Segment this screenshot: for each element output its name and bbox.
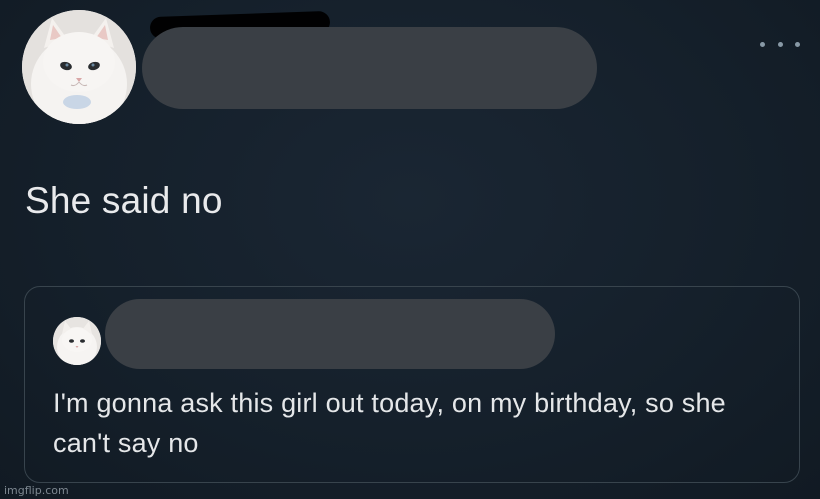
quoted-tweet-text: I'm gonna ask this girl out today, on my… xyxy=(53,388,726,458)
white-cat-avatar-icon xyxy=(22,10,136,124)
more-options-icon xyxy=(760,41,765,47)
tweet-screen: She said no I'm gonna ask this girl out … xyxy=(0,0,820,499)
redacted-author-name xyxy=(142,27,597,109)
author-avatar[interactable] xyxy=(22,10,136,124)
more-options-icon-dot xyxy=(777,41,783,47)
white-cat-avatar-icon xyxy=(53,317,101,365)
more-options-icon-dot xyxy=(795,41,800,47)
watermark: imgflip.com xyxy=(4,484,69,497)
redacted-quoted-author-name xyxy=(105,299,555,369)
tweet-text: She said no xyxy=(25,180,223,221)
quoted-author-avatar[interactable] xyxy=(53,317,101,365)
quoted-tweet-card[interactable]: I'm gonna ask this girl out today, on my… xyxy=(24,286,800,483)
more-options-button[interactable] xyxy=(760,34,800,54)
